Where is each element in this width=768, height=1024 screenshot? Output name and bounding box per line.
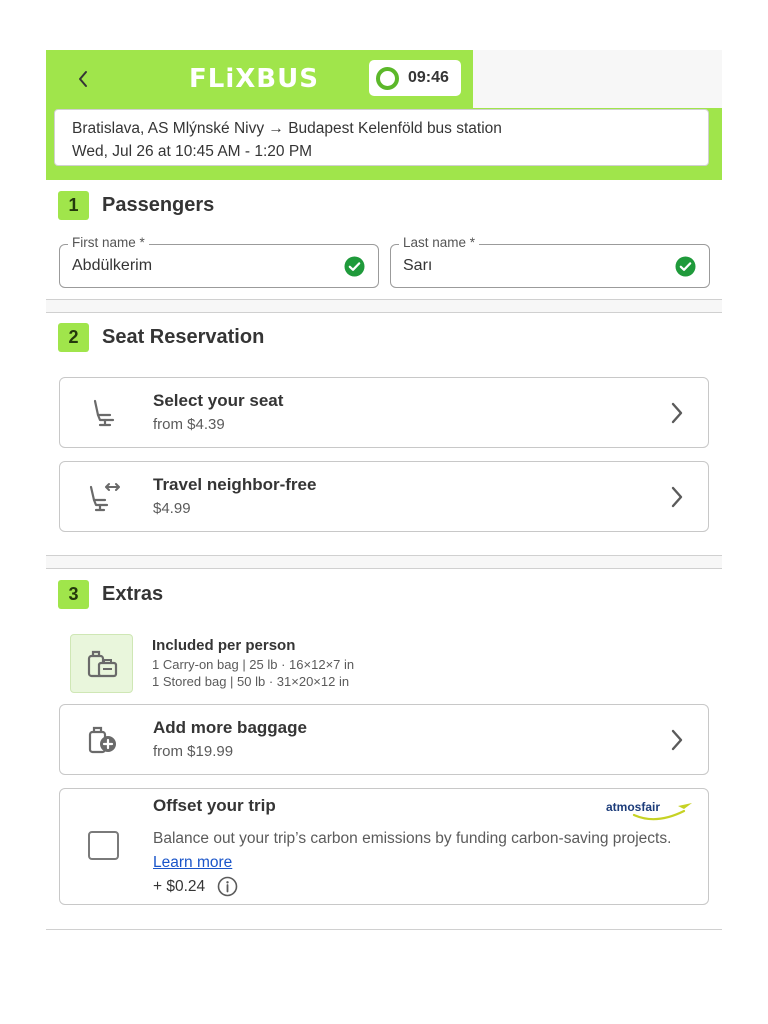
check-circle-icon [344, 256, 365, 277]
option-price: from $19.99 [153, 743, 234, 760]
brand-header: FLiXBUS 09:46 [46, 50, 473, 108]
chevron-right-icon [671, 729, 683, 751]
included-stored-bag: 1 Stored bag | 50 lb · 31×20×12 in [152, 674, 350, 689]
section-heading: Extras [102, 583, 164, 605]
seat-icon [93, 399, 115, 427]
seat-neighbor-free-icon-wrap [86, 480, 120, 514]
learn-more-link[interactable]: Learn more [153, 854, 232, 871]
trip-summary-band: Bratislava, AS Mlýnské Nivy → Budapest K… [46, 108, 722, 180]
check-circle-icon [675, 256, 696, 277]
option-title: Add more baggage [153, 718, 307, 737]
first-name-input[interactable] [72, 257, 332, 275]
timer-ring-icon [376, 66, 399, 90]
bottom-divider [46, 929, 722, 930]
section-heading: Seat Reservation [102, 326, 265, 348]
step-badge: 1 [58, 191, 89, 220]
top-bar: FLiXBUS 09:46 [46, 50, 722, 108]
first-name-field[interactable]: First name * [59, 235, 379, 288]
trip-route: Bratislava, AS Mlýnské Nivy → Budapest K… [72, 120, 502, 137]
step-badge: 2 [58, 323, 89, 352]
timer-value: 09:46 [408, 69, 449, 86]
atmosfair-logo: atmosfair [606, 797, 696, 823]
offset-description-text: Balance out your trip’s carbon emissions… [153, 830, 672, 847]
add-luggage-icon [88, 726, 116, 754]
section-divider [46, 299, 722, 313]
add-baggage-option[interactable]: Add more baggage from $19.99 [59, 704, 709, 775]
luggage-icon [87, 650, 117, 677]
swoosh-icon [632, 803, 692, 821]
chevron-right-icon [671, 486, 683, 508]
chevron-left-icon [79, 71, 87, 87]
offset-title: Offset your trip [153, 796, 276, 815]
extras-section-title: 3 Extras [58, 580, 163, 609]
included-baggage-icon-box [70, 634, 133, 693]
first-name-label: First name * [68, 235, 149, 250]
included-title: Included per person [152, 637, 296, 654]
select-seat-option[interactable]: Select your seat from $4.39 [59, 377, 709, 448]
add-luggage-icon-wrap [86, 723, 120, 757]
countdown-timer: 09:46 [369, 60, 461, 96]
offset-trip-option: Offset your trip atmosfair Balance out y… [59, 788, 709, 905]
option-price: from $4.39 [153, 416, 225, 433]
seat-section-title: 2 Seat Reservation [58, 323, 264, 352]
seat-icon-wrap [86, 396, 120, 430]
neighbor-free-option[interactable]: Travel neighbor-free $4.99 [59, 461, 709, 532]
option-title: Travel neighbor-free [153, 475, 317, 494]
offset-price: + $0.24 [153, 877, 206, 895]
step-badge: 3 [58, 580, 89, 609]
section-divider [46, 555, 722, 569]
offset-price-row: + $0.24 [153, 876, 238, 897]
passengers-section-title: 1 Passengers [58, 191, 214, 220]
option-title: Select your seat [153, 391, 284, 410]
flixbus-logo: FLiXBUS [189, 64, 319, 94]
seat-neighbor-free-icon [89, 483, 120, 512]
last-name-field[interactable]: Last name * [390, 235, 710, 288]
trip-summary-card: Bratislava, AS Mlýnské Nivy → Budapest K… [54, 109, 709, 166]
included-carry-on: 1 Carry-on bag | 25 lb · 16×12×7 in [152, 657, 355, 672]
last-name-label: Last name * [399, 235, 480, 250]
trip-datetime: Wed, Jul 26 at 10:45 AM - 1:20 PM [72, 143, 313, 160]
info-icon[interactable] [217, 876, 238, 897]
option-price: $4.99 [153, 500, 191, 517]
back-button[interactable] [68, 64, 98, 94]
chevron-right-icon [671, 402, 683, 424]
section-heading: Passengers [102, 194, 215, 216]
offset-checkbox[interactable] [88, 831, 119, 860]
last-name-input[interactable] [403, 257, 663, 275]
offset-description: Balance out your trip’s carbon emissions… [153, 827, 673, 875]
booking-page: FLiXBUS 09:46 Bratislava, AS Mlýnské Niv… [46, 50, 722, 930]
